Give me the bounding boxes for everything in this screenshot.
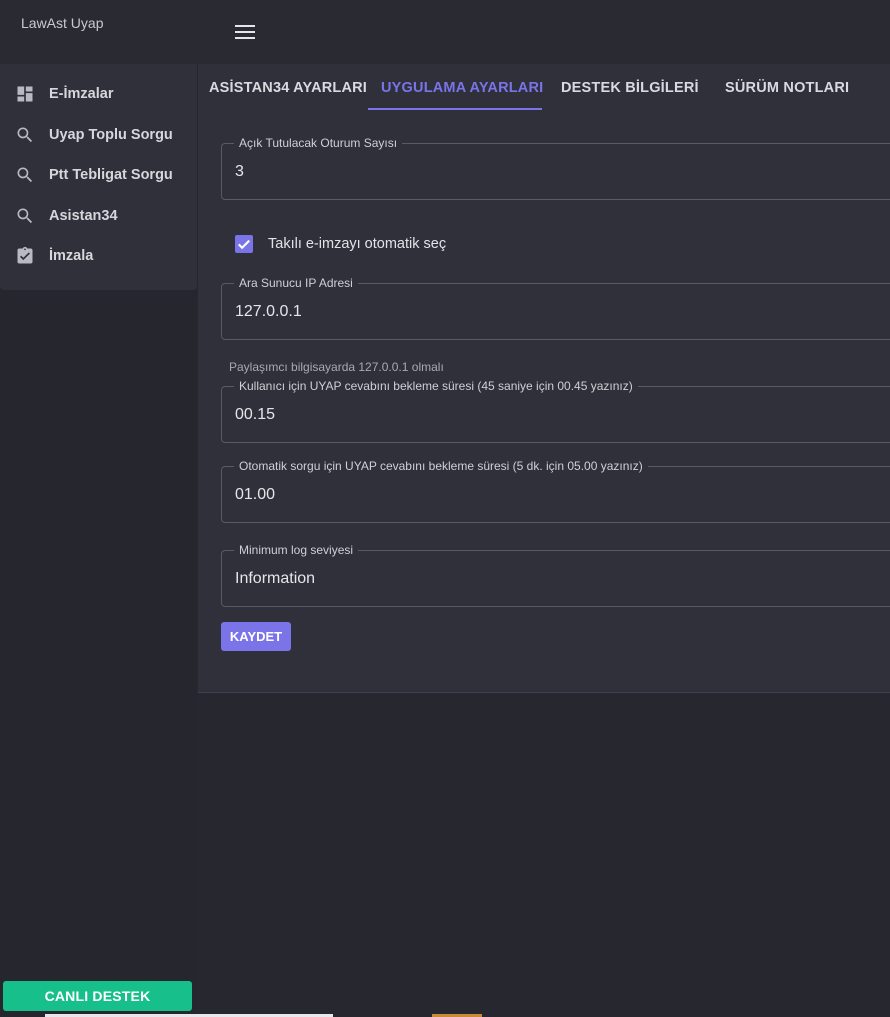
auto-select-label: Takılı e-imzayı otomatik seç [268,236,447,252]
sidebar-item-imzala[interactable]: İmzala [0,236,197,276]
proxy-ip-input[interactable]: 127.0.0.1 [235,303,302,321]
user-wait-input[interactable]: 00.15 [235,406,275,424]
sidebar-item-label: İmzala [49,248,94,264]
check-icon [238,239,250,250]
log-level-select[interactable]: Minimum log seviyesi Information [221,543,890,607]
settings-panel: ASİSTAN34 AYARLARI UYGULAMA AYARLARI DES… [198,64,890,693]
dashboard-icon [17,86,33,102]
proxy-ip-helper-text: Paylaşımcı bilgisayarda 127.0.0.1 olmalı [229,360,444,374]
sidebar-item-e-imzalar[interactable]: E-İmzalar [0,74,197,114]
auto-wait-input[interactable]: 01.00 [235,486,275,504]
top-app-bar [197,0,890,64]
tab-surum-notlari[interactable]: SÜRÜM NOTLARI [725,64,849,111]
auto-select-checkbox-row[interactable]: Takılı e-imzayı otomatik seç [235,234,446,254]
field-label: Minimum log seviyesi [234,543,359,557]
sidebar: LawAst Uyap E-İmzalar Uyap Toplu Sorgu P… [0,0,197,1017]
tab-destek-bilgileri[interactable]: DESTEK BİLGİLERİ [561,64,699,111]
user-wait-field[interactable]: Kullanıcı için UYAP cevabını bekleme sür… [221,379,890,443]
brand-bar: LawAst Uyap [0,0,197,64]
sidebar-nav: E-İmzalar Uyap Toplu Sorgu Ptt Tebligat … [0,64,197,290]
app-title: LawAst Uyap [21,15,104,31]
tab-uygulama-ayarlari[interactable]: UYGULAMA AYARLARI [381,64,543,111]
sidebar-item-label: Asistan34 [49,208,118,224]
tab-asistan34-ayarlari[interactable]: ASİSTAN34 AYARLARI [209,64,367,111]
search-icon [17,167,33,183]
auto-select-checkbox[interactable] [235,235,253,253]
log-level-value[interactable]: Information [235,570,315,588]
auto-wait-field[interactable]: Otomatik sorgu için UYAP cevabını beklem… [221,459,890,523]
live-support-button[interactable]: CANLI DESTEK [3,981,192,1011]
menu-icon[interactable] [235,24,255,40]
search-icon [17,127,33,143]
sidebar-item-ptt-tebligat-sorgu[interactable]: Ptt Tebligat Sorgu [0,155,197,195]
sidebar-item-label: E-İmzalar [49,86,114,102]
active-tab-indicator [368,108,542,110]
clipboard-check-icon [17,246,33,264]
sidebar-item-uyap-toplu-sorgu[interactable]: Uyap Toplu Sorgu [0,115,197,155]
sidebar-item-label: Ptt Tebligat Sorgu [49,167,173,183]
proxy-ip-field[interactable]: Ara Sunucu IP Adresi 127.0.0.1 [221,276,890,340]
save-button[interactable]: KAYDET [221,622,291,651]
search-icon [17,208,33,224]
field-label: Ara Sunucu IP Adresi [234,276,358,290]
session-count-input[interactable]: 3 [235,163,244,181]
sidebar-item-asistan34[interactable]: Asistan34 [0,196,197,236]
tab-bar: ASİSTAN34 AYARLARI UYGULAMA AYARLARI DES… [198,64,890,111]
field-label: Kullanıcı için UYAP cevabını bekleme sür… [234,379,638,393]
field-label: Otomatik sorgu için UYAP cevabını beklem… [234,459,648,473]
session-count-field[interactable]: Açık Tutulacak Oturum Sayısı 3 [221,136,890,200]
field-label: Açık Tutulacak Oturum Sayısı [234,136,403,150]
sidebar-item-label: Uyap Toplu Sorgu [49,127,173,143]
